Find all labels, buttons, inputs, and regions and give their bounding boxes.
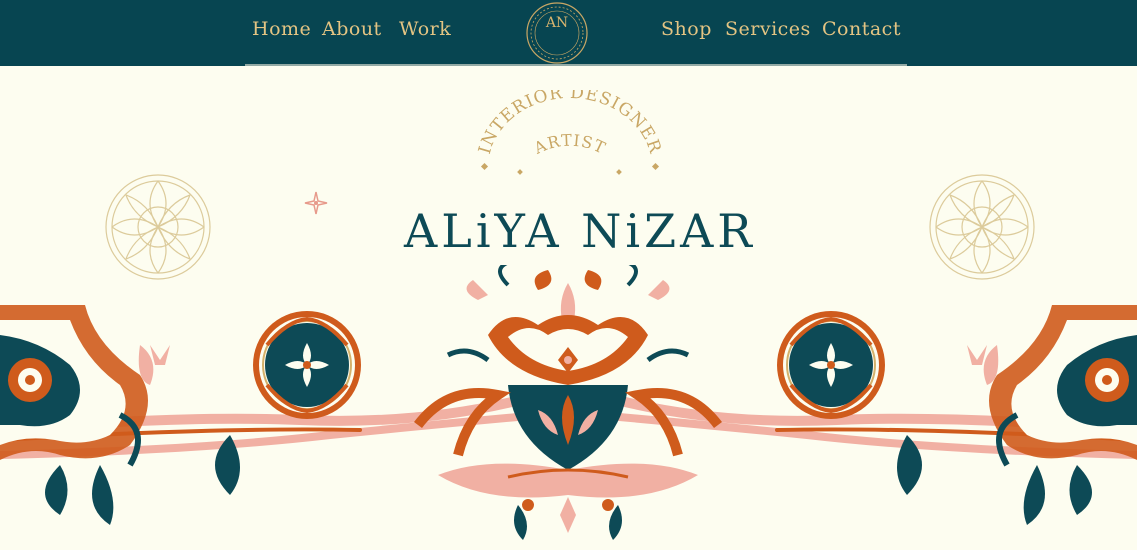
- nav-link-shop[interactable]: Shop: [661, 18, 712, 40]
- monogram-logo-icon[interactable]: AN: [525, 1, 589, 65]
- sparkle-icon: [304, 191, 328, 215]
- nav-link-about[interactable]: About: [322, 18, 382, 40]
- top-navigation: Home About Work AN Shop Services Contact: [0, 0, 1137, 66]
- logo-monogram: AN: [545, 15, 569, 31]
- ornament-border: [0, 265, 1137, 540]
- hero-name: ALiYA NiZAR: [404, 204, 756, 258]
- nav-link-home[interactable]: Home: [252, 18, 311, 40]
- svg-text:ARTIST: ARTIST: [530, 131, 609, 159]
- subtitle-line-2: ARTIST: [530, 131, 608, 159]
- nav-divider: [245, 64, 907, 66]
- nav-link-contact[interactable]: Contact: [822, 18, 901, 40]
- nav-link-services[interactable]: Services: [725, 18, 811, 40]
- hero-subtitle: INTERIOR DESIGNER ARTIST: [475, 90, 664, 175]
- nav-link-work[interactable]: Work: [399, 18, 451, 40]
